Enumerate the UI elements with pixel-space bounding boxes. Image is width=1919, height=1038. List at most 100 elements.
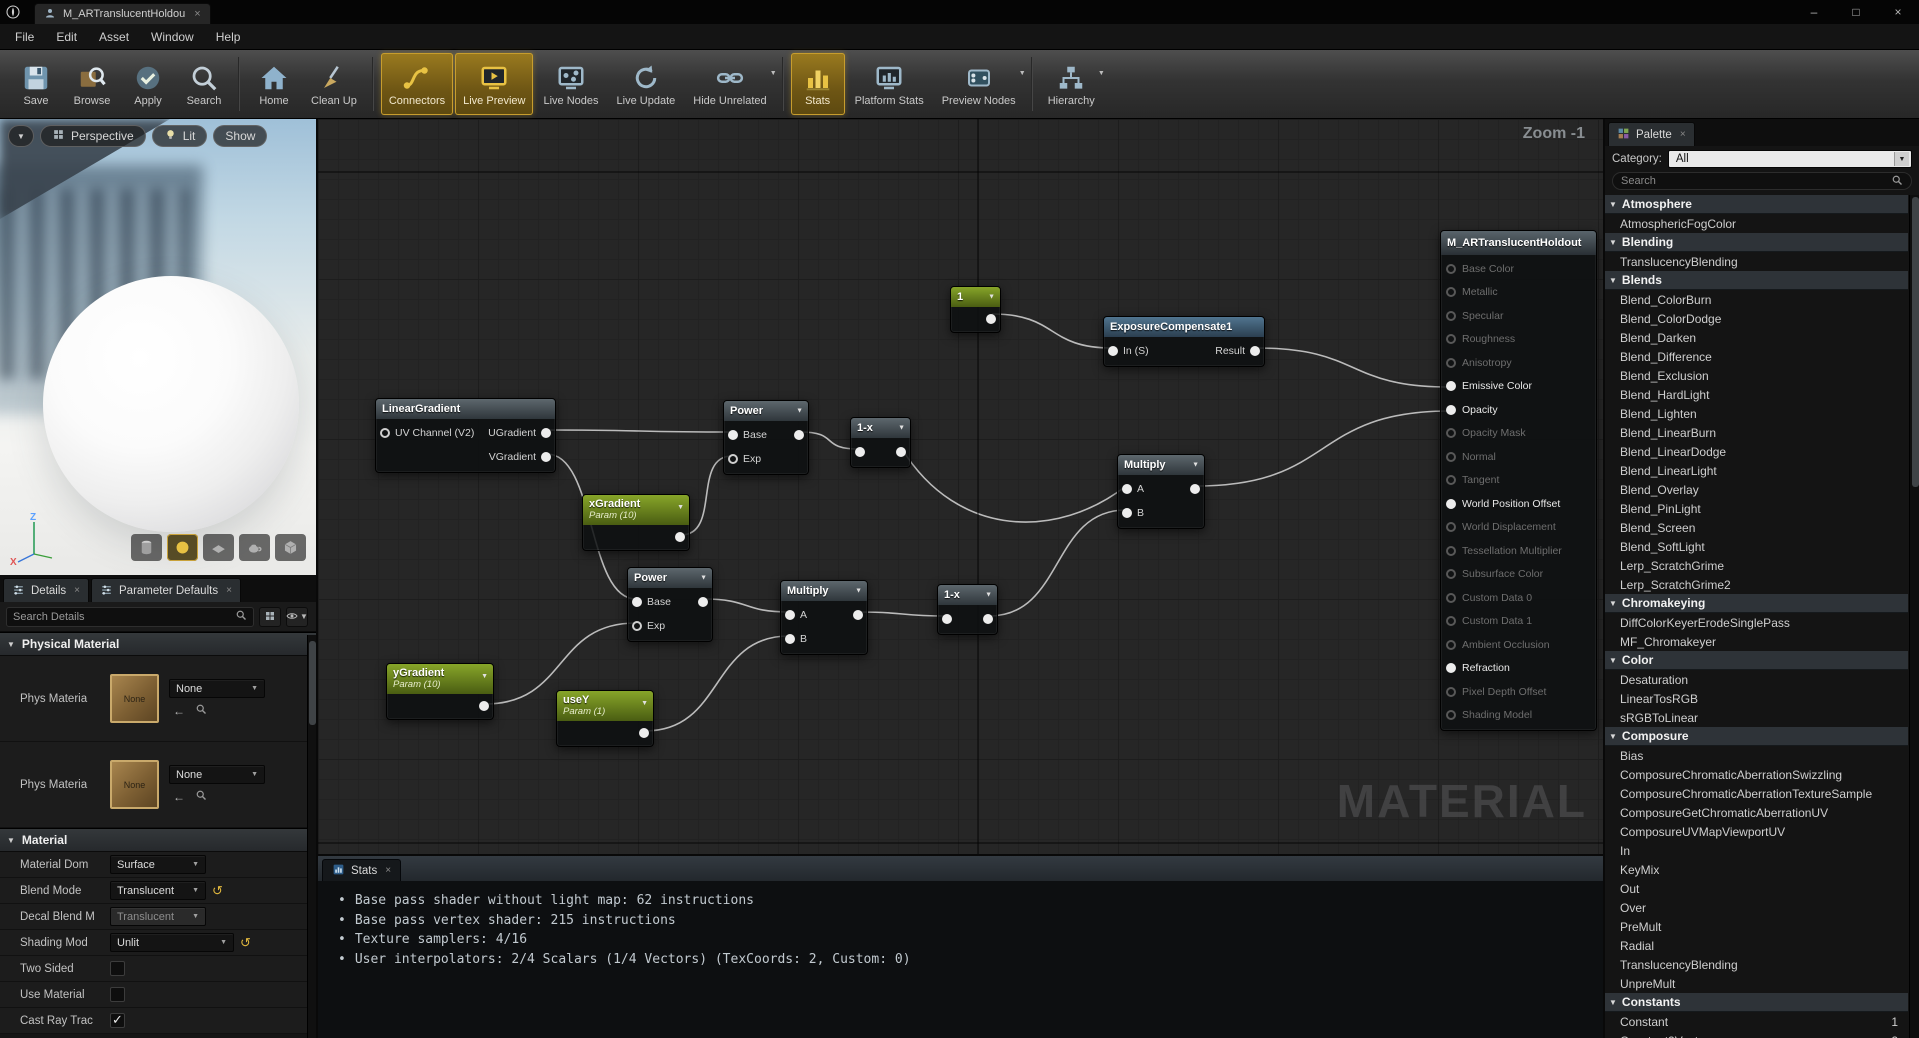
pin[interactable] <box>632 621 642 631</box>
asset-dropdown[interactable]: None▼ <box>169 679 265 698</box>
chevron-down-icon[interactable]: ▼ <box>796 408 803 415</box>
palette-item-blend-softlight[interactable]: Blend_SoftLight <box>1605 537 1908 556</box>
toolbar-preview-nodes[interactable]: Preview Nodes▼ <box>934 53 1024 115</box>
pin[interactable] <box>855 447 865 457</box>
pin[interactable] <box>1446 264 1456 274</box>
node-multiply-right[interactable]: Multiply▼AB <box>1117 454 1205 529</box>
wire[interactable] <box>859 612 946 616</box>
palette-item-translucencyblending[interactable]: TranslucencyBlending <box>1605 955 1908 974</box>
pin[interactable] <box>1122 484 1132 494</box>
palette-item-srgbtolinear[interactable]: sRGBToLinear <box>1605 708 1908 727</box>
pin[interactable] <box>1446 381 1456 391</box>
asset-thumbnail[interactable]: None <box>110 760 159 809</box>
palette-item-in[interactable]: In <box>1605 841 1908 860</box>
close-button[interactable]: × <box>1877 0 1919 24</box>
node-linear-gradient[interactable]: LinearGradientUV Channel (V2)UGradientVG… <box>375 398 556 473</box>
scrollbar-thumb[interactable] <box>309 641 316 725</box>
toolbar-live-update[interactable]: Live Update <box>609 53 684 115</box>
palette-section-blends[interactable]: ▼Blends <box>1605 271 1908 290</box>
pin[interactable] <box>853 610 863 620</box>
collapse-arrow-icon[interactable]: ▼ <box>1609 276 1617 285</box>
maximize-button[interactable]: □ <box>1835 0 1877 24</box>
use-selected-arrow-icon[interactable]: ← <box>173 790 185 804</box>
pin[interactable] <box>785 610 795 620</box>
palette-section-composure[interactable]: ▼Composure <box>1605 727 1908 746</box>
chevron-down-icon[interactable]: ▼ <box>898 425 905 432</box>
search-details-input[interactable]: Search Details <box>6 607 254 627</box>
section-material[interactable]: ▼Material <box>0 828 316 852</box>
pin[interactable] <box>1446 334 1456 344</box>
palette-item-blend-linearburn[interactable]: Blend_LinearBurn <box>1605 423 1908 442</box>
menu-asset[interactable]: Asset <box>88 24 140 50</box>
material-graph-canvas[interactable]: 1▼ExposureCompensate1In (S)ResultLinearG… <box>318 119 1603 854</box>
node-power-bottom[interactable]: Power▼BaseExp <box>627 567 713 642</box>
viewport-lit-button[interactable]: Lit <box>152 125 208 147</box>
node-x-gradient[interactable]: xGradientParam (10)▼ <box>582 494 690 551</box>
two-sided-checkbox[interactable] <box>110 961 125 976</box>
node-y-gradient[interactable]: yGradientParam (10)▼ <box>386 663 494 720</box>
pin[interactable] <box>632 597 642 607</box>
palette-item-blend-darken[interactable]: Blend_Darken <box>1605 328 1908 347</box>
reset-to-default-icon[interactable]: ↺ <box>240 935 251 951</box>
menu-window[interactable]: Window <box>140 24 205 50</box>
viewport-perspective-button[interactable]: Perspective <box>40 125 146 147</box>
pin[interactable] <box>986 314 996 324</box>
pin[interactable] <box>1446 287 1456 297</box>
pin[interactable] <box>785 634 795 644</box>
chevron-down-icon[interactable]: ▼ <box>1098 70 1105 77</box>
blend-mode-dropdown[interactable]: Translucent▼ <box>110 881 206 900</box>
palette-item-blend-exclusion[interactable]: Blend_Exclusion <box>1605 366 1908 385</box>
section-physical-material[interactable]: ▼Physical Material <box>0 632 316 656</box>
cast-ray-trac-checkbox[interactable] <box>110 1013 125 1028</box>
palette-item-blend-pinlight[interactable]: Blend_PinLight <box>1605 499 1908 518</box>
pin[interactable] <box>1446 452 1456 462</box>
chevron-down-icon[interactable]: ▼ <box>677 504 684 511</box>
pin[interactable] <box>1446 499 1456 509</box>
chevron-down-icon[interactable]: ▼ <box>985 592 992 599</box>
view-options-button[interactable]: ▼ <box>286 607 308 627</box>
wire[interactable] <box>992 314 1112 348</box>
palette-search-input[interactable]: Search <box>1612 172 1912 190</box>
node-constant-1[interactable]: 1▼ <box>950 286 1001 333</box>
menu-file[interactable]: File <box>4 24 45 50</box>
pin[interactable] <box>479 701 489 711</box>
collapse-arrow-icon[interactable]: ▼ <box>1609 656 1617 665</box>
toolbar-clean-up[interactable]: Clean Up <box>303 53 365 115</box>
chevron-down-icon[interactable]: ▼ <box>770 70 777 77</box>
pin[interactable] <box>1446 710 1456 720</box>
wire[interactable] <box>704 599 789 612</box>
material-dom-dropdown[interactable]: Surface▼ <box>110 855 206 874</box>
tab-details[interactable]: Details× <box>3 578 89 602</box>
chevron-down-icon[interactable]: ▼ <box>700 575 707 582</box>
toolbar-apply[interactable]: Apply <box>121 53 175 115</box>
preview-viewport[interactable]: ▼ PerspectiveLitShow Z X <box>0 119 316 575</box>
palette-item-constant[interactable]: Constant1 <box>1605 1012 1908 1031</box>
palette-item-desaturation[interactable]: Desaturation <box>1605 670 1908 689</box>
palette-item-atmosphericfogcolor[interactable]: AtmosphericFogColor <box>1605 214 1908 233</box>
preview-shape-cube-button[interactable] <box>275 534 306 561</box>
pin[interactable] <box>1446 663 1456 673</box>
details-scrollbar[interactable] <box>307 635 316 1038</box>
menu-help[interactable]: Help <box>205 24 252 50</box>
viewport-options-button[interactable]: ▼ <box>8 125 34 147</box>
palette-item-constant2vector[interactable]: Constant2Vector2 <box>1605 1031 1908 1038</box>
reset-to-default-icon[interactable]: ↺ <box>212 883 223 899</box>
palette-item-blend-colorburn[interactable]: Blend_ColorBurn <box>1605 290 1908 309</box>
document-tab[interactable]: M_ARTranslucentHoldou × <box>34 3 211 24</box>
asset-thumbnail[interactable]: None <box>110 674 159 723</box>
close-icon[interactable]: × <box>226 585 232 596</box>
collapse-arrow-icon[interactable]: ▼ <box>7 640 15 649</box>
pin[interactable] <box>983 614 993 624</box>
tab-palette[interactable]: Palette × <box>1608 122 1695 146</box>
node-one-minus-x-bottom[interactable]: 1-x▼ <box>937 584 998 635</box>
palette-item-diffcolorkeyererodesinglepass[interactable]: DiffColorKeyerErodeSinglePass <box>1605 613 1908 632</box>
pin[interactable] <box>1446 358 1456 368</box>
wire[interactable] <box>989 510 1126 616</box>
close-icon[interactable]: × <box>194 8 200 20</box>
chevron-down-icon[interactable]: ▼ <box>855 588 862 595</box>
pin[interactable] <box>541 452 551 462</box>
chevron-down-icon[interactable]: ▼ <box>1192 462 1199 469</box>
node-multiply-bottom[interactable]: Multiply▼AB <box>780 580 868 655</box>
palette-section-atmosphere[interactable]: ▼Atmosphere <box>1605 195 1908 214</box>
menu-edit[interactable]: Edit <box>45 24 88 50</box>
